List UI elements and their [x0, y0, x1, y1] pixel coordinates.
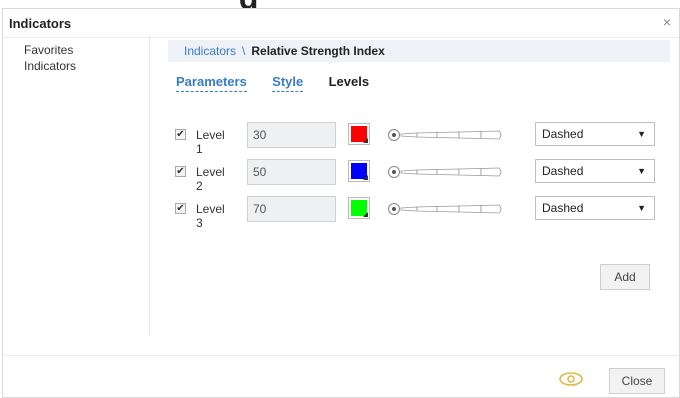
dialog-title: Indicators — [9, 16, 72, 31]
breadcrumb-indicators-link[interactable]: Indicators — [184, 44, 236, 58]
close-button[interactable]: Close — [609, 368, 665, 394]
sidebar: Favorites Indicators — [24, 42, 144, 74]
line-width-slider[interactable] — [387, 128, 505, 142]
chevron-down-icon: ▼ — [637, 203, 646, 213]
level-checkbox[interactable]: ✔ — [175, 166, 186, 177]
color-dropdown-indicator-icon — [363, 212, 368, 217]
line-width-slider[interactable] — [387, 202, 505, 216]
breadcrumb-separator: \ — [242, 44, 246, 58]
color-dropdown-indicator-icon — [363, 175, 368, 180]
level-checkbox[interactable]: ✔ — [175, 129, 186, 140]
color-picker-swatch[interactable] — [348, 197, 370, 219]
sidebar-item-indicators[interactable]: Indicators — [24, 58, 144, 74]
line-style-value: Dashed — [542, 127, 584, 141]
dialog-titlebar: Indicators × — [3, 9, 679, 38]
sidebar-item-favorites[interactable]: Favorites — [24, 42, 144, 58]
breadcrumb: Indicators \ Relative Strength Index — [168, 40, 670, 62]
level-value-input[interactable] — [247, 159, 336, 185]
line-style-value: Dashed — [542, 164, 584, 178]
footer-divider — [2, 355, 680, 356]
color-dropdown-indicator-icon — [363, 138, 368, 143]
tab-style[interactable]: Style — [272, 74, 304, 92]
level-checkbox[interactable]: ✔ — [175, 203, 186, 214]
color-picker-swatch[interactable] — [348, 123, 370, 145]
close-icon[interactable]: × — [663, 14, 671, 30]
eye-icon[interactable] — [558, 371, 584, 387]
chevron-down-icon: ▼ — [637, 129, 646, 139]
line-style-value: Dashed — [542, 201, 584, 215]
level-label: Level 1 — [196, 128, 225, 156]
level-value-input[interactable] — [247, 196, 336, 222]
tab-parameters[interactable]: Parameters — [176, 74, 247, 92]
level-label: Level 3 — [196, 202, 225, 230]
line-style-select[interactable]: Dashed ▼ — [535, 159, 655, 183]
tab-levels[interactable]: Levels — [329, 74, 369, 91]
line-style-select[interactable]: Dashed ▼ — [535, 122, 655, 146]
line-style-select[interactable]: Dashed ▼ — [535, 196, 655, 220]
color-picker-swatch[interactable] — [348, 160, 370, 182]
chevron-down-icon: ▼ — [637, 166, 646, 176]
add-level-button[interactable]: Add — [600, 264, 650, 290]
tab-bar: Parameters Style Levels — [176, 74, 391, 92]
breadcrumb-current: Relative Strength Index — [251, 44, 385, 58]
level-label: Level 2 — [196, 165, 225, 193]
sidebar-divider — [149, 36, 150, 336]
line-width-slider[interactable] — [387, 165, 505, 179]
level-value-input[interactable] — [247, 122, 336, 148]
